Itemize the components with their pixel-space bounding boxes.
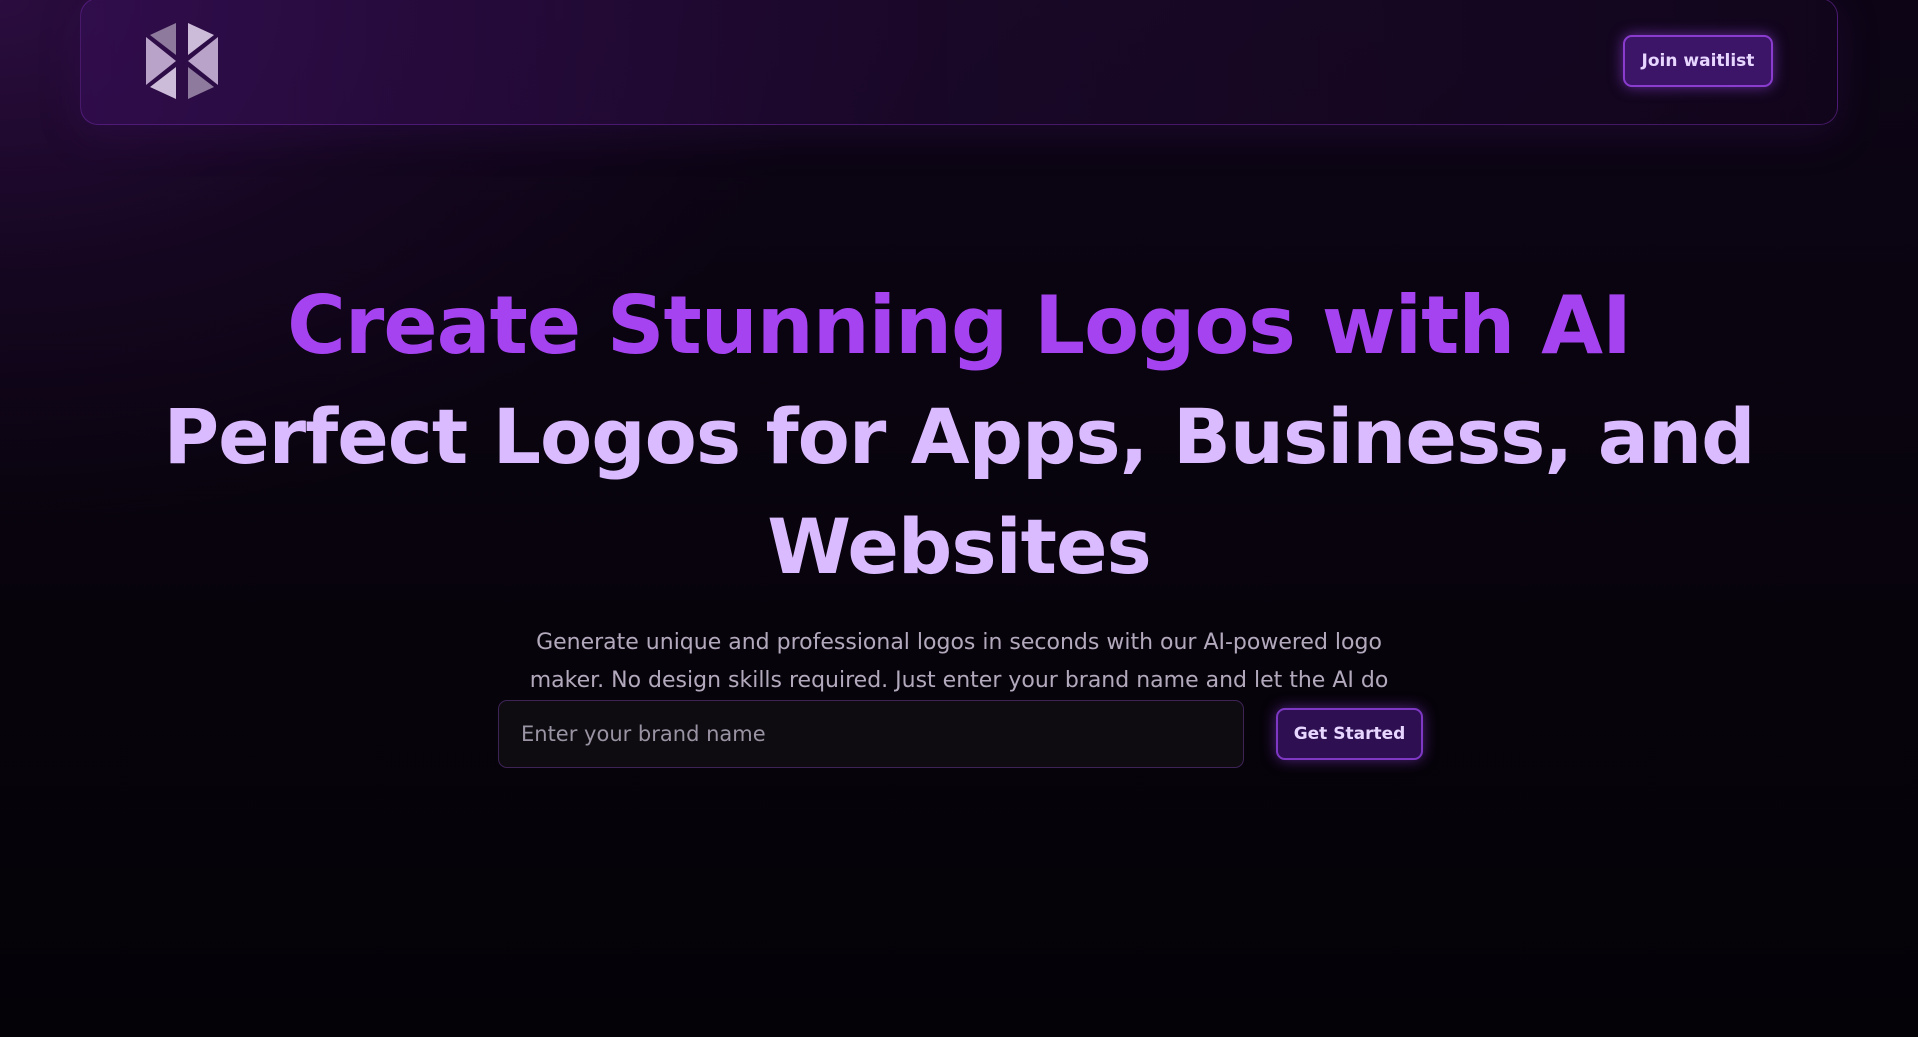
hero-headline-primary: Create Stunning Logos with AI — [287, 279, 1632, 372]
hero-section: Create Stunning Logos with AI Perfect Lo… — [0, 270, 1918, 738]
get-started-button[interactable]: Get Started — [1276, 708, 1423, 760]
top-navbar: Join waitlist — [80, 0, 1838, 125]
brand-name-input[interactable] — [498, 700, 1244, 768]
join-waitlist-button[interactable]: Join waitlist — [1623, 35, 1773, 87]
hero-headline-secondary: Perfect Logos for Apps, Business, and We… — [163, 392, 1755, 591]
hexagon-diamond-logo-icon[interactable] — [146, 23, 218, 99]
brand-name-form: Get Started — [498, 700, 1423, 768]
